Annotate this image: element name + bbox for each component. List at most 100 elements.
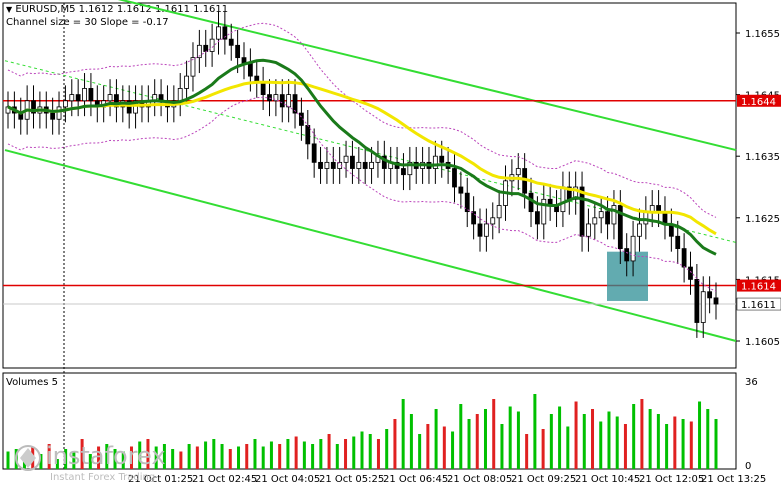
x-axis-tick-label: 21 Oct 04:05 [255,474,320,485]
volume-bar [286,439,290,469]
candle-body [611,205,617,225]
volume-bar [492,399,496,469]
candle-body [356,161,362,169]
volume-bar [228,449,232,469]
volume-bar [483,409,487,469]
volume-title-text: Volumes 5 [6,377,58,388]
price-y-tick-label: 1.1655 [745,29,780,40]
candle-body [579,186,585,237]
volume-bar [525,434,529,469]
candle-body [535,211,540,225]
volume-bar [319,439,323,469]
candle-body [675,235,681,249]
chart-window: { "header": { "symbol_line": "EURUSD,M5 … [0,0,781,489]
candle-body [560,186,566,213]
volume-bar [681,419,685,469]
volume-bar [648,409,652,469]
candle-body [598,211,604,219]
volume-bar [541,429,545,469]
volume-bar [549,414,553,469]
candle-body [624,248,630,262]
candle-body [643,211,649,225]
channel-upper-line [117,0,737,152]
volume-bar [352,436,356,469]
volume-bar [574,401,578,469]
volume-bar [360,431,364,469]
volume-bar [434,409,438,469]
volume-bar [368,434,372,469]
candle-body [50,112,56,120]
volume-bar [591,409,595,469]
volume-bar [706,409,710,469]
candle-body [369,161,374,169]
volume-bar [607,411,611,469]
candle-body [515,168,521,176]
x-axis-tick-label: 21 Oct 05:25 [319,474,384,485]
volume-title: Volumes 5 [6,377,58,388]
price-chart-svg: 1.16551.16451.16351.16251.16151.16051.16… [2,0,781,485]
candle-body [681,248,687,268]
volume-bar [632,404,636,469]
candle-body [279,94,285,108]
candle-body [490,217,496,225]
x-axis-tick-label: 21 Oct 10:45 [575,474,640,485]
volume-bar [500,424,504,469]
volume-bar [253,439,257,469]
candle-body [656,205,661,213]
candle-body [324,161,330,169]
volume-bar [640,399,644,469]
candle-body [177,88,183,102]
volume-y-tick-label: 0 [745,461,751,472]
watermark-tagline: Instant Forex Trading [50,472,156,483]
candle-body [483,223,489,237]
level-label-0: 1.1644 [741,97,776,108]
instaforex-watermark: instaforex Instant Forex Trading [8,440,188,484]
candle-body [228,38,234,46]
candle-body [82,88,87,102]
volume-bar [212,439,216,469]
candle-body [637,223,642,237]
price-y-tick-label: 1.1605 [745,337,780,348]
candle-body [700,291,706,323]
volume-bar [656,414,660,469]
volume-bar [714,419,718,469]
volume-bar [278,444,282,469]
volume-bar [467,419,471,469]
volume-bar [673,416,677,469]
x-axis-tick-label: 21 Oct 09:25 [511,474,576,485]
volume-bar [566,426,570,469]
volume-bar [261,446,265,469]
volume-bar [558,406,562,469]
volume-bar [344,439,348,469]
candle-body [318,161,323,169]
candle-body [496,205,502,219]
volume-bar [195,446,199,469]
candle-body [69,94,75,102]
candle-body [305,125,311,145]
volume-bar [245,444,249,469]
candle-body [707,291,713,299]
volume-bar [393,419,397,469]
candle-body [292,94,298,114]
candle-body [247,63,253,77]
candle-body [190,57,196,77]
candle-body [630,235,636,262]
volume-bar [237,446,241,469]
x-axis-tick-label: 21 Oct 08:05 [447,474,512,485]
candle-body [713,297,719,305]
candle-body [464,192,470,213]
volume-bar [533,394,537,469]
volume-bar [302,441,306,469]
candle-body [330,161,336,169]
candle-body [56,106,62,120]
candle-body [203,44,209,52]
volume-bar [508,406,512,469]
volume-bar [220,444,224,469]
candle-body [592,217,598,225]
candle-body [688,266,693,280]
current-price-label: 1.1611 [741,300,776,311]
candle-body [350,155,355,169]
candle-body [88,88,94,102]
volume-bar [475,414,479,469]
candle-body [107,94,113,102]
